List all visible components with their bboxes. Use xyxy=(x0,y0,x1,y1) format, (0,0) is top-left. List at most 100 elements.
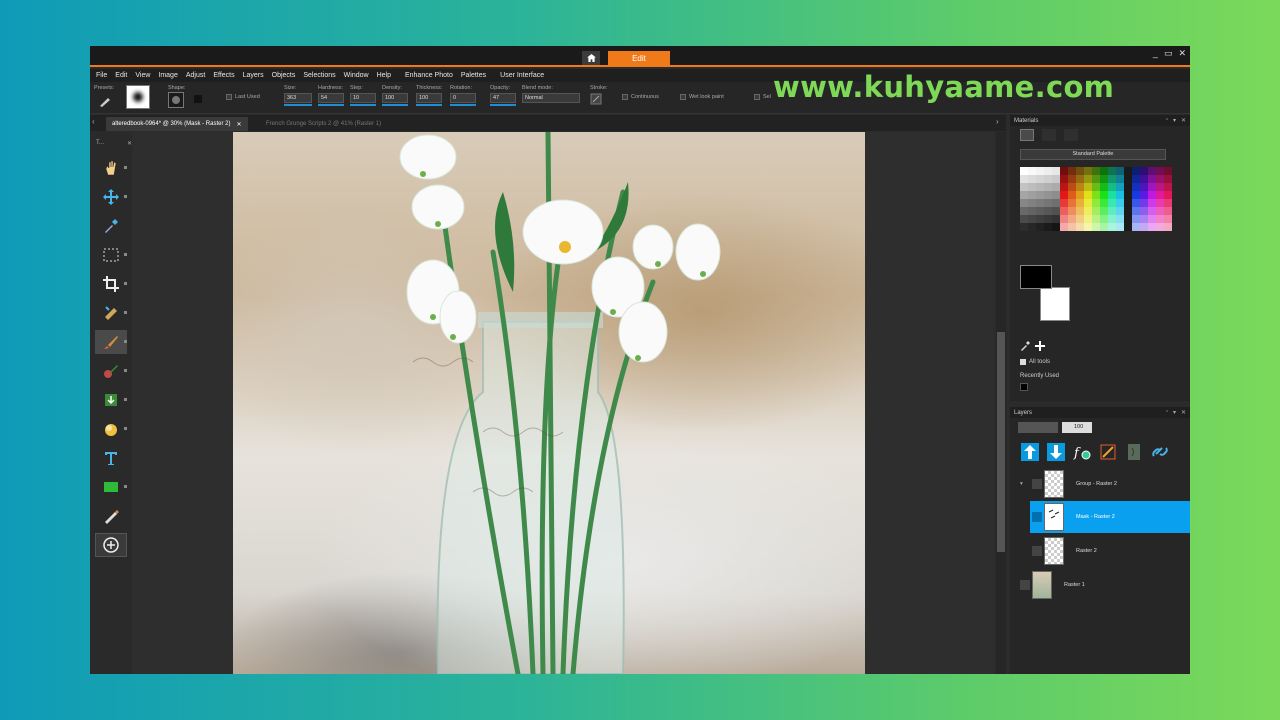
canvas-vertical-scrollbar[interactable] xyxy=(996,132,1006,674)
panel-menu-icon[interactable]: ▫ xyxy=(1166,409,1168,416)
move-layer-up-button[interactable] xyxy=(1020,442,1040,462)
color-swatch[interactable] xyxy=(1028,223,1036,231)
thickness-field[interactable]: Thickness: 100 xyxy=(416,85,442,106)
step-field[interactable]: Step: 10 xyxy=(350,85,376,106)
color-swatch[interactable] xyxy=(1100,175,1108,183)
color-swatch[interactable] xyxy=(1108,223,1116,231)
size-field[interactable]: Size: 363 xyxy=(284,85,312,106)
color-swatch[interactable] xyxy=(1060,183,1068,191)
menu-palettes[interactable]: Palettes xyxy=(461,72,486,79)
color-swatch[interactable] xyxy=(1156,223,1164,231)
color-swatch[interactable] xyxy=(1052,191,1060,199)
color-swatch[interactable] xyxy=(1116,175,1124,183)
color-swatch[interactable] xyxy=(1036,199,1044,207)
color-swatch[interactable] xyxy=(1068,223,1076,231)
color-swatch[interactable] xyxy=(1148,207,1156,215)
home-button[interactable] xyxy=(582,51,600,65)
brush-tip-preview[interactable] xyxy=(126,85,150,109)
visibility-eye-icon[interactable] xyxy=(1032,546,1042,556)
color-swatch[interactable] xyxy=(1036,167,1044,175)
blend-mode-select[interactable]: Blend mode: Normal xyxy=(522,85,580,103)
color-swatch[interactable] xyxy=(1060,191,1068,199)
color-swatch[interactable] xyxy=(1020,223,1028,231)
all-tools-checkbox[interactable]: All tools xyxy=(1020,359,1050,365)
color-swatch[interactable] xyxy=(1140,167,1148,175)
color-swatch[interactable] xyxy=(1108,175,1116,183)
color-swatch[interactable] xyxy=(1076,223,1084,231)
color-swatch[interactable] xyxy=(1084,183,1092,191)
color-swatch[interactable] xyxy=(1100,215,1108,223)
continuous-checkbox[interactable]: Continuous xyxy=(622,94,659,100)
preset-brush-icon[interactable] xyxy=(98,94,112,110)
color-swatch[interactable] xyxy=(1020,191,1028,199)
color-swatch[interactable] xyxy=(1132,183,1140,191)
color-swatch[interactable] xyxy=(1020,175,1028,183)
color-swatch[interactable] xyxy=(1044,199,1052,207)
color-swatch[interactable] xyxy=(1140,199,1148,207)
color-swatch[interactable] xyxy=(1036,215,1044,223)
color-swatch[interactable] xyxy=(1092,215,1100,223)
color-swatch[interactable] xyxy=(1132,199,1140,207)
color-swatch[interactable] xyxy=(1044,223,1052,231)
color-swatch[interactable] xyxy=(1036,183,1044,191)
visibility-eye-icon[interactable] xyxy=(1032,512,1042,522)
color-swatch[interactable] xyxy=(1092,175,1100,183)
panel-menu-icon[interactable]: ▫ xyxy=(1166,117,1168,124)
rainbow-view-icon[interactable] xyxy=(1064,129,1078,141)
fill-tool[interactable] xyxy=(95,388,127,412)
panel-close-icon[interactable]: ✕ xyxy=(1181,117,1186,124)
color-swatch[interactable] xyxy=(1108,167,1116,175)
collapse-icon[interactable]: ▾ xyxy=(1020,481,1032,487)
color-swatch[interactable] xyxy=(1124,175,1132,183)
swatches-view-icon[interactable] xyxy=(1020,129,1034,141)
color-swatch[interactable] xyxy=(1164,199,1172,207)
add-tool-button[interactable] xyxy=(95,533,127,557)
color-swatch[interactable] xyxy=(1156,207,1164,215)
minimize-button[interactable]: _ xyxy=(1153,48,1158,59)
color-swatch[interactable] xyxy=(1116,191,1124,199)
selection-tool[interactable] xyxy=(95,243,127,267)
color-swatch[interactable] xyxy=(1060,207,1068,215)
color-swatch[interactable] xyxy=(1044,183,1052,191)
color-swatch[interactable] xyxy=(1100,207,1108,215)
mask-layer-button[interactable] xyxy=(1124,442,1144,462)
menu-window[interactable]: Window xyxy=(344,72,369,79)
color-swatch[interactable] xyxy=(1124,207,1132,215)
color-swatch[interactable] xyxy=(1148,167,1156,175)
wet-look-checkbox[interactable]: Wet look paint xyxy=(680,94,724,100)
color-swatch[interactable] xyxy=(1164,207,1172,215)
color-swatch[interactable] xyxy=(1068,167,1076,175)
color-swatch[interactable] xyxy=(1076,207,1084,215)
dropper-icon[interactable] xyxy=(1020,341,1030,351)
canvas-area[interactable] xyxy=(132,132,994,674)
palette-select[interactable]: Standard Palette xyxy=(1020,149,1166,160)
color-swatch[interactable] xyxy=(1148,223,1156,231)
color-swatch[interactable] xyxy=(1156,199,1164,207)
color-swatch[interactable] xyxy=(1164,175,1172,183)
color-swatch[interactable] xyxy=(1084,175,1092,183)
color-swatch[interactable] xyxy=(1132,207,1140,215)
shape-tool[interactable] xyxy=(95,475,127,499)
text-tool[interactable] xyxy=(95,446,127,470)
color-swatch[interactable] xyxy=(1108,199,1116,207)
color-swatch[interactable] xyxy=(1076,183,1084,191)
close-tab-icon[interactable]: ✕ xyxy=(236,121,241,128)
crop-tool[interactable] xyxy=(95,272,127,296)
clone-tool[interactable] xyxy=(95,359,127,383)
visibility-eye-icon[interactable] xyxy=(1020,580,1030,590)
color-swatch[interactable] xyxy=(1100,199,1108,207)
density-field[interactable]: Density: 100 xyxy=(382,85,408,106)
straighten-tool[interactable] xyxy=(95,301,127,325)
color-swatch[interactable] xyxy=(1148,215,1156,223)
color-swatch[interactable] xyxy=(1156,191,1164,199)
color-swatch[interactable] xyxy=(1060,215,1068,223)
color-swatch[interactable] xyxy=(1020,167,1028,175)
color-swatch[interactable] xyxy=(1164,167,1172,175)
color-swatch[interactable] xyxy=(1092,223,1100,231)
color-swatch[interactable] xyxy=(1100,223,1108,231)
foreground-color-swatch[interactable] xyxy=(1020,265,1052,289)
color-swatch[interactable] xyxy=(1164,215,1172,223)
color-swatch[interactable] xyxy=(1108,183,1116,191)
color-swatch[interactable] xyxy=(1148,183,1156,191)
menu-image[interactable]: Image xyxy=(158,72,177,79)
